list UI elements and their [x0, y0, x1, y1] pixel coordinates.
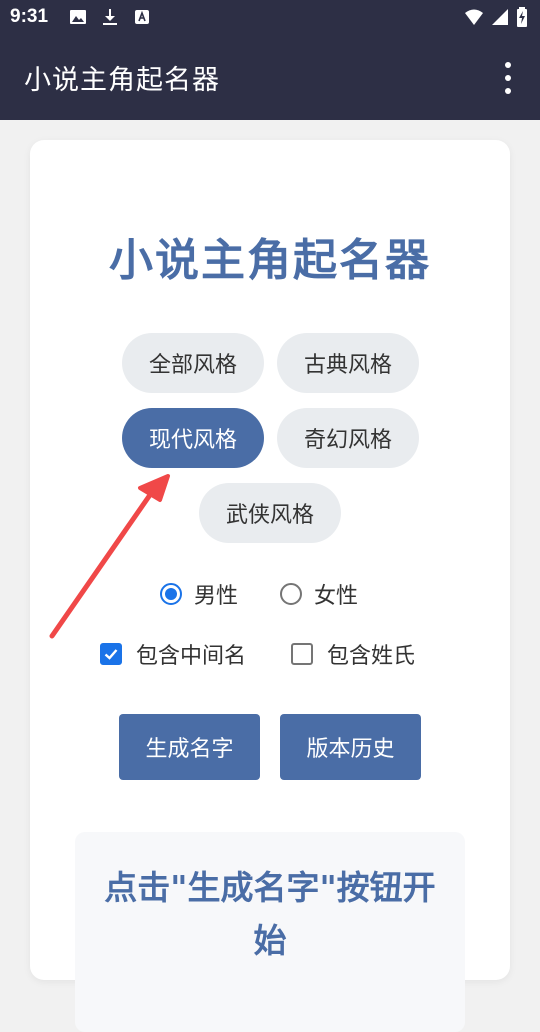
gender-male-label: 男性	[194, 584, 239, 609]
gender-female-option[interactable]: 女性	[280, 578, 358, 610]
surname-checkbox[interactable]	[291, 643, 313, 665]
result-box: 点击"生成名字"按钮开始	[75, 832, 465, 1032]
battery-charging-icon	[517, 7, 527, 27]
options-checkbox-group: 包含中间名 包含姓氏	[30, 638, 510, 670]
gender-radio-group: 男性 女性	[30, 578, 510, 610]
download-icon	[103, 9, 117, 25]
status-time: 9:31	[10, 6, 49, 27]
status-bar: 9:31	[0, 0, 540, 36]
style-button-classical[interactable]: 古典风格	[277, 333, 419, 393]
version-history-button[interactable]: 版本历史	[280, 714, 421, 780]
image-icon	[70, 10, 86, 24]
gender-female-label: 女性	[314, 584, 359, 609]
style-button-wuxia[interactable]: 武侠风格	[199, 483, 341, 543]
status-right-icons	[464, 7, 528, 27]
surname-option[interactable]: 包含姓氏	[291, 638, 415, 670]
app-bar: 小说主角起名器	[0, 36, 540, 120]
middle-name-checkbox[interactable]	[100, 643, 122, 665]
main-card: 小说主角起名器 全部风格 古典风格 现代风格 奇幻风格 武侠风格 男性 女性 包…	[30, 140, 510, 1032]
signal-icon	[492, 9, 508, 25]
generate-name-button[interactable]: 生成名字	[119, 714, 260, 780]
surname-label: 包含姓氏	[327, 644, 416, 669]
style-button-all[interactable]: 全部风格	[122, 333, 264, 393]
check-icon	[104, 649, 118, 660]
style-button-fantasy[interactable]: 奇幻风格	[277, 408, 419, 468]
radio-male[interactable]	[160, 583, 182, 605]
app-title: 小说主角起名器	[24, 65, 220, 96]
style-button-modern[interactable]: 现代风格	[122, 408, 264, 468]
status-left-icons	[68, 7, 152, 27]
gender-male-option[interactable]: 男性	[160, 578, 238, 610]
page-title: 小说主角起名器	[109, 235, 431, 286]
radio-female[interactable]	[280, 583, 302, 605]
middle-name-option[interactable]: 包含中间名	[100, 638, 246, 670]
middle-name-label: 包含中间名	[136, 644, 247, 669]
more-vert-icon[interactable]	[494, 62, 522, 94]
font-icon	[135, 10, 149, 24]
result-placeholder-text: 点击"生成名字"按钮开始	[104, 868, 436, 960]
wifi-icon	[465, 9, 483, 25]
